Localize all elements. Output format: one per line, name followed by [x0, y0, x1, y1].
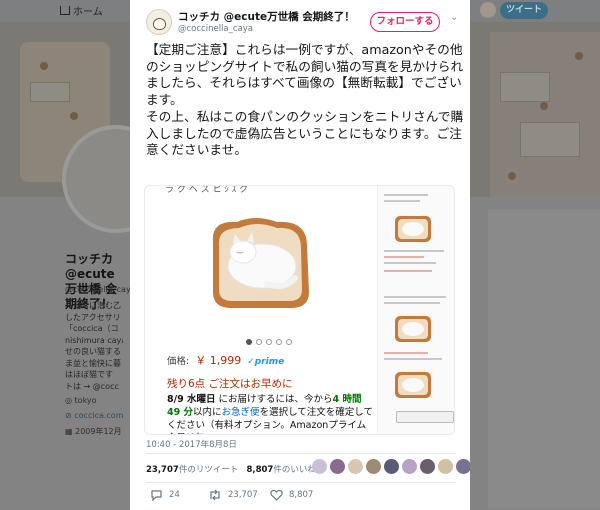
- profile-location: ◎ tokyo: [65, 396, 97, 405]
- tweet-image[interactable]: ラ ク ヘ ス ヒ ｼ ｽ ク 価格: ￥ 1,999 ✓prime 残り6点 …: [144, 185, 455, 435]
- follow-button[interactable]: フォローする: [370, 12, 440, 32]
- profile-handle: @coccinella_caya: [65, 285, 136, 294]
- tweet-stats: 23,707件のリツイート 8,807件のいいね: [146, 465, 316, 475]
- home-icon: [60, 6, 70, 15]
- retweet-button[interactable]: 23,707: [208, 489, 258, 501]
- nav-avatar[interactable]: [480, 2, 496, 18]
- retweets-total[interactable]: 23,707: [146, 465, 179, 475]
- carousel-dots[interactable]: [246, 339, 292, 345]
- author-display-name[interactable]: コッチカ @ecute万世橋 会期終了！: [178, 9, 355, 24]
- prime-badge: ✓prime: [247, 357, 285, 367]
- search-results-column: [377, 186, 454, 434]
- nav-tweet-button[interactable]: ツイート: [500, 2, 548, 19]
- nav-home-label: ホーム: [73, 7, 103, 18]
- reply-icon: [151, 490, 162, 501]
- likers-avatars[interactable]: [312, 459, 470, 474]
- stock-warning: 残り6点 ご注文はお早めに: [167, 378, 293, 390]
- profile-joined: ▦ 2009年12月: [65, 427, 122, 436]
- tweet-modal: コッチカ @ecute万世橋 会期終了！ @coccinella_caya フォ…: [130, 0, 470, 510]
- location-icon: ◎: [65, 396, 75, 405]
- chevron-down-icon[interactable]: ⌄: [450, 12, 458, 23]
- reply-button[interactable]: 24: [150, 489, 180, 501]
- product-listing: ラ ク ヘ ス ヒ ｼ ｽ ク 価格: ￥ 1,999 ✓prime 残り6点 …: [145, 186, 375, 434]
- nav-home[interactable]: ホーム: [60, 3, 103, 18]
- tweet-actions: 24 23,707 8,807: [146, 489, 456, 503]
- tweet-text: 【定期ご注意】これらは一例ですが、amazonやその他のショッピングサイトで私の…: [146, 42, 464, 158]
- price-row: 価格: ￥ 1,999 ✓prime: [167, 354, 285, 367]
- like-button[interactable]: 8,807: [270, 489, 313, 501]
- likes-total[interactable]: 8,807: [246, 465, 273, 475]
- calendar-icon: ▦: [65, 427, 76, 436]
- profile-bio: 「日常に潜む乙 したアクセサリ 「coccica（コ nishimura cay…: [65, 301, 123, 391]
- link-icon: ⊘: [65, 411, 75, 420]
- tweet-header: コッチカ @ecute万世橋 会期終了！ @coccinella_caya フォ…: [130, 0, 470, 40]
- delivery-info: 8/9 水曜日 にお届けするには、今から4 時間 49 分以内にお急ぎ便を選択し…: [167, 394, 373, 434]
- like-icon: [270, 489, 283, 501]
- bread-cushion-cat-photo: [212, 218, 309, 308]
- retweet-icon: [210, 489, 220, 501]
- author-handle[interactable]: @coccinella_caya: [178, 24, 253, 34]
- author-avatar[interactable]: [146, 9, 172, 35]
- tweet-timestamp[interactable]: 10:40 - 2017年8月8日: [146, 438, 237, 450]
- profile-website[interactable]: ⊘ coccica.com: [65, 411, 124, 420]
